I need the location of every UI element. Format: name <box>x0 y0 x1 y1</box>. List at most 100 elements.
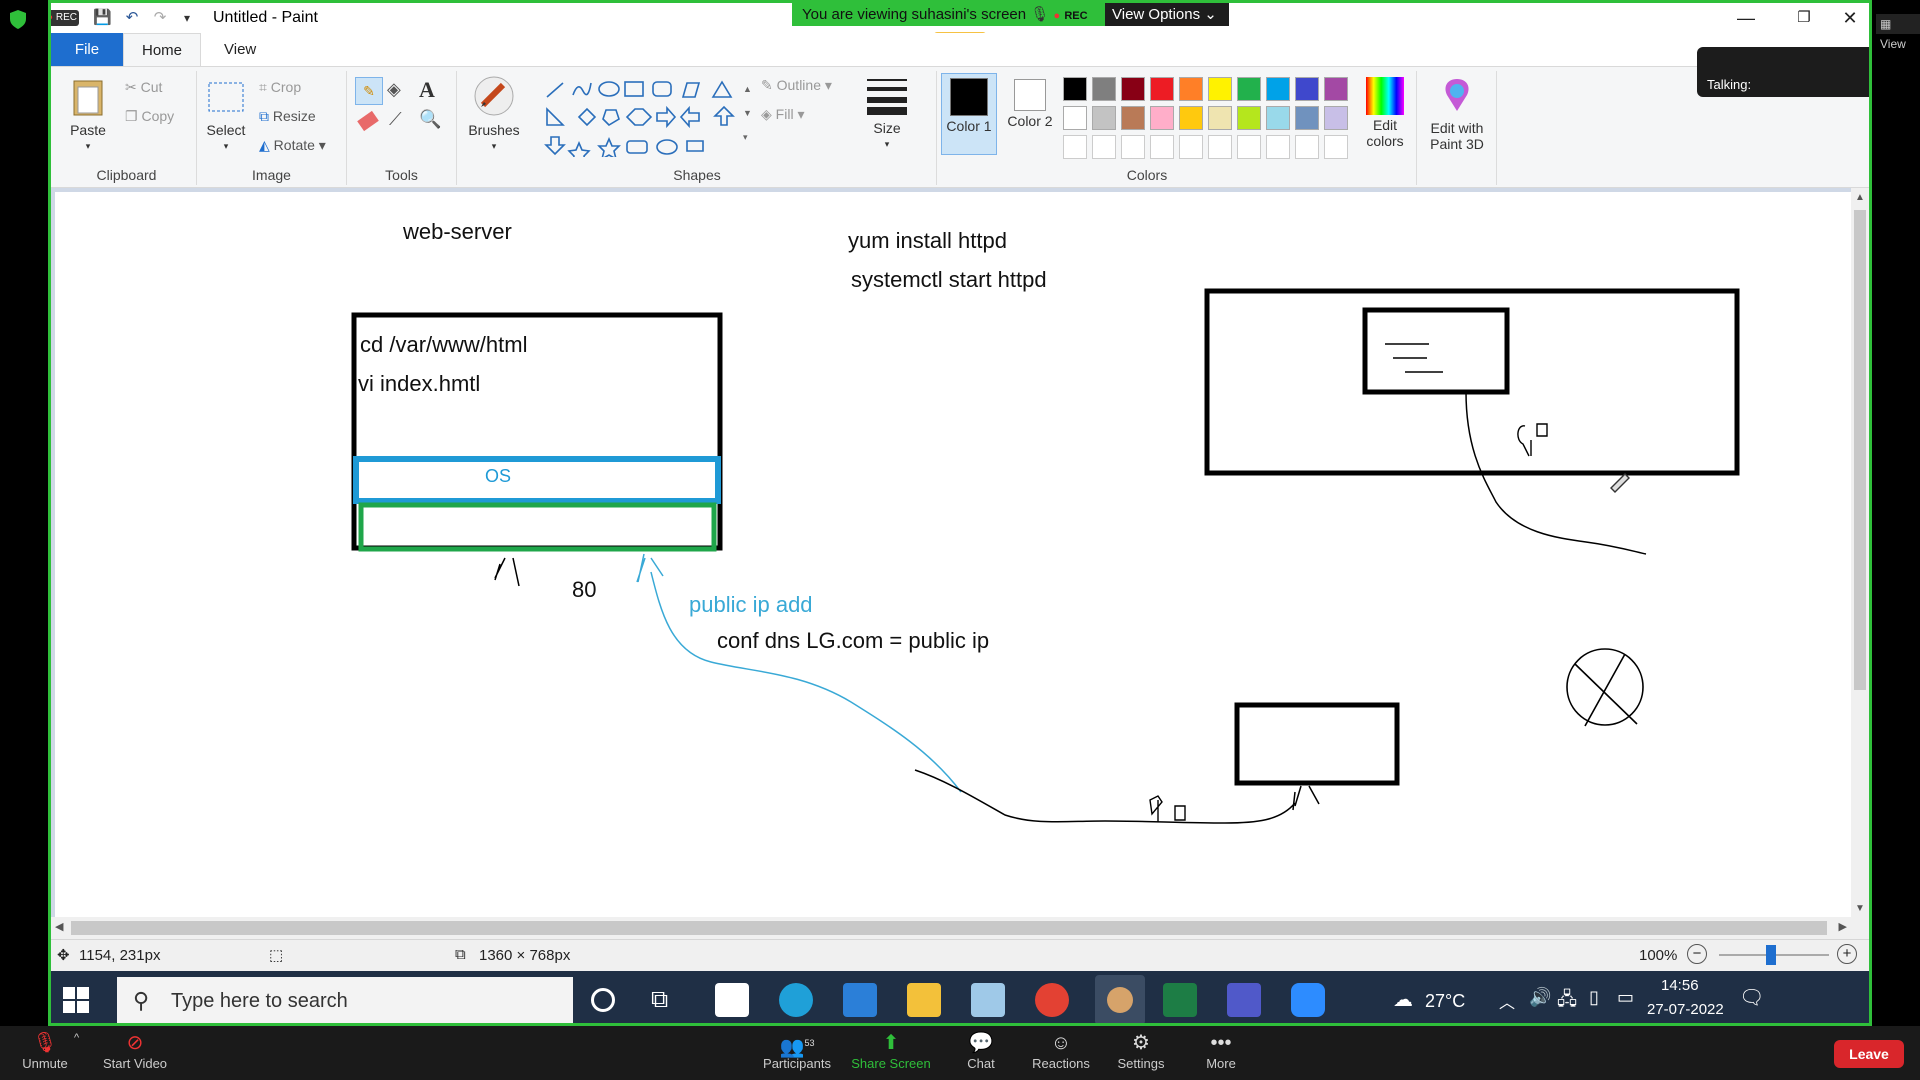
color-swatch[interactable] <box>1266 106 1290 130</box>
file-explorer-icon[interactable] <box>907 983 941 1017</box>
scroll-down-icon[interactable]: ▼ <box>1855 903 1865 914</box>
edit-with-paint3d-button[interactable]: Edit with Paint 3D <box>1417 73 1497 152</box>
color-swatch[interactable] <box>1295 77 1319 101</box>
copy-button[interactable]: ❐ Copy <box>125 108 174 125</box>
settings-button[interactable]: ⚙ Settings <box>1096 1030 1186 1071</box>
color-swatch[interactable] <box>1092 135 1116 159</box>
vertical-scrollbar[interactable]: ▲ ▼ <box>1851 188 1869 918</box>
color-swatch[interactable] <box>1179 106 1203 130</box>
color-swatch[interactable] <box>1121 135 1145 159</box>
tab-view[interactable]: View <box>206 33 274 66</box>
shapes-gallery[interactable] <box>543 77 743 157</box>
scroll-right-icon[interactable]: ▶ <box>1839 920 1847 933</box>
color-swatch[interactable] <box>1237 77 1261 101</box>
vertical-scroll-thumb[interactable] <box>1854 210 1866 690</box>
fill-bucket-icon[interactable]: ◈ <box>387 79 401 100</box>
zoom-app-icon[interactable] <box>1291 983 1325 1017</box>
fill-button[interactable]: ◈ Fill ▾ <box>761 106 804 123</box>
chevron-up-icon[interactable]: ︿ <box>1499 989 1515 1013</box>
minimize-button[interactable]: — <box>1723 5 1769 31</box>
scroll-left-icon[interactable]: ◀ <box>55 920 63 933</box>
color-swatch[interactable] <box>1179 135 1203 159</box>
color-swatch[interactable] <box>1150 135 1174 159</box>
color-swatch[interactable] <box>1063 77 1087 101</box>
view-options-button[interactable]: View Options ⌄ <box>1105 3 1229 26</box>
crop-button[interactable]: ⌗ Crop <box>259 79 301 96</box>
paste-button[interactable]: Paste ▾ <box>63 75 113 154</box>
teams-icon[interactable] <box>1227 983 1261 1017</box>
cut-button[interactable]: ✂ Cut <box>125 79 162 96</box>
resize-button[interactable]: ⧉ Resize <box>259 108 316 125</box>
color-swatch[interactable] <box>1092 77 1116 101</box>
zoom-in-button[interactable]: + <box>1837 944 1857 964</box>
color-swatch[interactable] <box>1150 106 1174 130</box>
redo-icon[interactable]: ↷ <box>151 9 169 27</box>
select-button[interactable]: Select ▾ <box>201 75 251 154</box>
battery-icon[interactable]: ▭ <box>1617 987 1634 1008</box>
tab-home[interactable]: Home <box>123 33 202 66</box>
edit-colors-button[interactable]: Edit colors <box>1357 73 1413 149</box>
scroll-up-icon[interactable]: ▲ <box>1855 192 1865 203</box>
eraser-icon[interactable] <box>357 110 379 132</box>
share-screen-button[interactable]: ⬆ Share Screen <box>846 1030 936 1071</box>
participants-button[interactable]: 👥53 Participants <box>752 1030 842 1071</box>
color-swatch[interactable] <box>1208 106 1232 130</box>
color2-button[interactable]: Color 2 <box>1003 73 1057 129</box>
drawing-canvas[interactable]: web-server yum install httpd systemctl s… <box>55 192 1855 920</box>
color-swatch[interactable] <box>1150 77 1174 101</box>
clock-time[interactable]: 14:56 <box>1661 977 1699 994</box>
color-swatch[interactable] <box>1121 106 1145 130</box>
horizontal-scrollbar[interactable]: ◀ ▶ <box>51 917 1869 939</box>
color-swatch[interactable] <box>1063 106 1087 130</box>
magnifier-icon[interactable]: 🔍 <box>419 109 441 130</box>
audio-options-chevron-icon[interactable]: ^ <box>74 1032 79 1044</box>
store-icon[interactable] <box>715 983 749 1017</box>
brushes-button[interactable]: Brushes ▾ <box>461 73 527 154</box>
zoom-slider-thumb[interactable] <box>1766 945 1776 965</box>
color-swatch[interactable] <box>1324 106 1348 130</box>
clock-date[interactable]: 27-07-2022 <box>1647 1001 1724 1018</box>
chat-button[interactable]: 💬 Chat <box>936 1030 1026 1071</box>
color-swatch[interactable] <box>1208 135 1232 159</box>
paint-taskbar-icon[interactable] <box>1095 975 1145 1023</box>
color-swatch[interactable] <box>1295 135 1319 159</box>
size-button[interactable]: Size ▾ <box>857 73 917 152</box>
network-icon[interactable]: 🖧 <box>1557 987 1577 1017</box>
color-swatch[interactable] <box>1237 106 1261 130</box>
volume-icon[interactable]: 🔊 <box>1529 987 1551 1008</box>
notepad-icon[interactable] <box>971 983 1005 1017</box>
tablet-icon[interactable]: ▯ <box>1589 987 1599 1008</box>
rotate-button[interactable]: ◭ Rotate ▾ <box>259 137 326 154</box>
notifications-icon[interactable]: 🗨 <box>1739 985 1764 1010</box>
save-icon[interactable]: 💾 <box>93 9 112 27</box>
restore-button[interactable]: ❐ <box>1781 5 1827 31</box>
zoom-out-button[interactable]: − <box>1687 944 1707 964</box>
start-video-button[interactable]: ⊘ Start Video <box>90 1030 180 1071</box>
excel-icon[interactable] <box>1163 983 1197 1017</box>
horizontal-scroll-thumb[interactable] <box>71 921 1827 935</box>
color-swatch[interactable] <box>1295 106 1319 130</box>
reactions-button[interactable]: ☺ Reactions <box>1016 1030 1106 1071</box>
edge-icon[interactable] <box>779 983 813 1017</box>
taskbar-search-box[interactable]: ⚲ Type here to search <box>117 977 573 1023</box>
start-button[interactable] <box>63 987 89 1013</box>
tab-file[interactable]: File <box>51 33 123 66</box>
color-swatch[interactable] <box>1179 77 1203 101</box>
color-swatch[interactable] <box>1266 77 1290 101</box>
leave-button[interactable]: Leave <box>1834 1040 1904 1068</box>
cortana-icon[interactable] <box>591 988 615 1012</box>
color-swatch[interactable] <box>1063 135 1087 159</box>
color-swatch[interactable] <box>1121 77 1145 101</box>
customize-quick-access-icon[interactable]: ▾ <box>178 9 196 27</box>
color-swatch[interactable] <box>1266 135 1290 159</box>
pencil-icon[interactable]: ✎ <box>355 77 383 105</box>
view-corner-button[interactable]: ▦ View <box>1876 14 1920 51</box>
more-button[interactable]: ••• More <box>1176 1030 1266 1071</box>
color-picker-icon[interactable]: ⟋ <box>389 109 402 130</box>
color-swatch[interactable] <box>1208 77 1232 101</box>
close-button[interactable]: ✕ <box>1827 5 1869 31</box>
chrome-icon[interactable] <box>1035 983 1069 1017</box>
color-swatch[interactable] <box>1092 106 1116 130</box>
color-swatch[interactable] <box>1324 77 1348 101</box>
color-swatch[interactable] <box>1237 135 1261 159</box>
